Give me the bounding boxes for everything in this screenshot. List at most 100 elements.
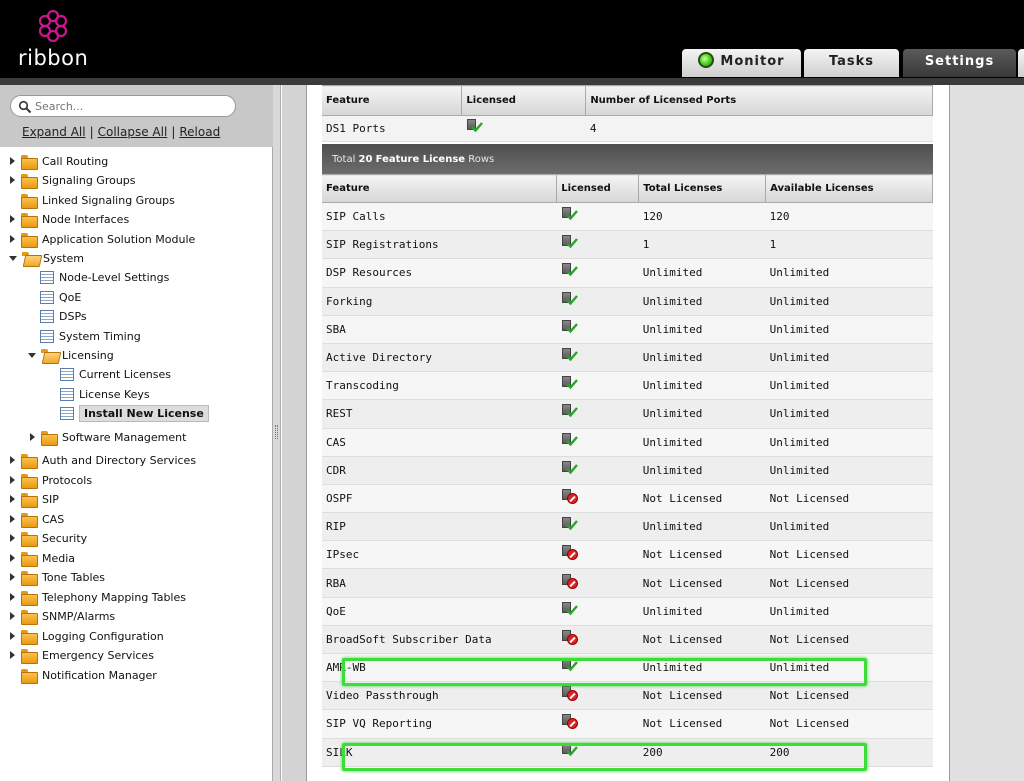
search-box[interactable]	[10, 95, 236, 117]
expand-arrow-icon[interactable]	[10, 176, 15, 184]
drag-handle-icon[interactable]	[275, 425, 278, 439]
expand-arrow-icon[interactable]	[10, 495, 15, 503]
tab-settings[interactable]: Settings	[903, 49, 1016, 77]
tree-item-emergency-services[interactable]: Emergency Services	[8, 646, 154, 664]
tree-item-application-solution-module[interactable]: Application Solution Module	[8, 230, 195, 248]
tree-item-snmp-alarms[interactable]: SNMP/Alarms	[8, 607, 115, 625]
tree-item-install-new-license[interactable]: Install New License	[60, 404, 209, 422]
column-header-total-licenses[interactable]: Total Licenses	[638, 174, 767, 203]
expand-arrow-icon[interactable]	[10, 534, 15, 542]
tree-item-qoe[interactable]: QoE	[40, 288, 81, 306]
tree-item-linked-signaling-groups[interactable]: Linked Signaling Groups	[8, 191, 175, 209]
expand-arrow-icon[interactable]	[30, 433, 35, 441]
expand-arrow-icon[interactable]	[10, 573, 15, 581]
tree-item-software-management[interactable]: Software Management	[28, 428, 186, 446]
column-header-licensed[interactable]: Licensed	[461, 85, 587, 116]
tree-item-dsps[interactable]: DSPs	[40, 307, 87, 325]
collapse-all-link[interactable]: Collapse All	[98, 125, 168, 139]
expand-arrow-icon[interactable]	[10, 215, 15, 223]
collapse-arrow-icon[interactable]	[28, 352, 36, 358]
expand-arrow-icon[interactable]	[10, 235, 15, 243]
tree-item-label: System Timing	[59, 329, 141, 343]
table-row[interactable]: SBA Unlimited Unlimited	[322, 315, 933, 344]
table-row[interactable]: Video Passthrough Not Licensed Not License…	[322, 681, 933, 711]
table-row[interactable]: CDR Unlimited Unlimited	[322, 456, 933, 485]
licensed-check-icon	[466, 119, 484, 135]
tree-item-telephony-mapping-tables[interactable]: Telephony Mapping Tables	[8, 588, 186, 606]
table-row[interactable]: BroadSoft Subscriber Data Not Licensed Not…	[322, 625, 933, 655]
tree-item-auth-and-directory-services[interactable]: Auth and Directory Services	[8, 451, 196, 469]
expand-arrow-icon[interactable]	[10, 554, 15, 562]
collapse-arrow-icon[interactable]	[9, 255, 17, 261]
table-row[interactable]: SIP VQ Reporting Not Licensed Not Licensed	[322, 709, 933, 739]
table-row[interactable]: RBA Not Licensed Not Licensed	[322, 568, 933, 598]
available-licenses-cell: Unlimited	[765, 428, 933, 457]
table-row[interactable]: AMR-WB Unlimited Unlimited	[322, 653, 933, 683]
feature-table-body: SIP Calls 120 120 SIP Registrations 1 1 DSP Re…	[322, 202, 933, 767]
table-row[interactable]: IPsec Not Licensed Not Licensed	[322, 540, 933, 570]
folder-icon	[21, 453, 38, 469]
table-row[interactable]: OSPF Not Licensed Not Licensed	[322, 484, 933, 514]
table-row[interactable]: SIP Registrations 1 1	[322, 230, 933, 260]
column-header-feature[interactable]: Feature	[322, 85, 463, 116]
tree-item-signaling-groups[interactable]: Signaling Groups	[8, 171, 136, 189]
table-row[interactable]: DSP Resources Unlimited Unlimited	[322, 258, 933, 288]
total-licenses-cell: Unlimited	[638, 653, 766, 683]
expand-arrow-icon[interactable]	[10, 476, 15, 484]
column-header-feature[interactable]: Feature	[322, 174, 558, 203]
licensed-cell	[556, 343, 639, 373]
tree-item-security[interactable]: Security	[8, 529, 87, 547]
ribbon-logo-icon	[38, 9, 68, 43]
tree-item-media[interactable]: Media	[8, 549, 75, 567]
table-row[interactable]: RIP Unlimited Unlimited	[322, 512, 933, 542]
tree-item-protocols[interactable]: Protocols	[8, 471, 92, 489]
tab-monitor[interactable]: Monitor	[682, 49, 801, 77]
expand-arrow-icon[interactable]	[10, 515, 15, 523]
table-row[interactable]: SIP Calls 120 120	[322, 202, 933, 232]
table-row[interactable]: Transcoding Unlimited Unlimited	[322, 371, 933, 401]
tree-item-licensing[interactable]: Licensing	[27, 346, 114, 364]
tree-item-node-interfaces[interactable]: Node Interfaces	[8, 210, 129, 228]
tree-item-label: Auth and Directory Services	[42, 453, 197, 467]
table-row[interactable]: QoE Unlimited Unlimited	[322, 597, 933, 626]
tree-item-system[interactable]: System	[8, 249, 84, 267]
feature-cell: CDR	[322, 456, 557, 485]
expand-all-link[interactable]: Expand All	[22, 125, 86, 139]
tab-overflow[interactable]	[1018, 49, 1024, 77]
table-row[interactable]: DS1 Ports 4	[322, 115, 933, 142]
table-row[interactable]: REST Unlimited Unlimited	[322, 399, 933, 429]
tree-item-license-keys[interactable]: License Keys	[60, 385, 150, 403]
tree-item-call-routing[interactable]: Call Routing	[8, 152, 108, 170]
tree-item-tone-tables[interactable]: Tone Tables	[8, 568, 105, 586]
tree-item-cas[interactable]: CAS	[8, 510, 64, 528]
feature-cell: SIP Registrations	[322, 230, 557, 260]
panel-splitter[interactable]	[273, 85, 281, 781]
tree-item-current-licenses[interactable]: Current Licenses	[60, 365, 171, 383]
table-row[interactable]: Active Directory Unlimited Unlimited	[322, 343, 933, 373]
licensed-check-icon	[561, 207, 579, 223]
column-header-licensed[interactable]: Licensed	[556, 174, 640, 203]
total-licenses-cell: Unlimited	[638, 371, 766, 401]
tree-item-system-timing[interactable]: System Timing	[40, 327, 141, 345]
column-header-available-licenses[interactable]: Available Licenses	[765, 174, 933, 203]
expand-arrow-icon[interactable]	[10, 651, 15, 659]
column-header-licensed-ports[interactable]: Number of Licensed Ports	[585, 85, 933, 116]
tree-item-logging-configuration[interactable]: Logging Configuration	[8, 627, 164, 645]
tree-item-node-level-settings[interactable]: Node-Level Settings	[40, 268, 169, 286]
status-ok-icon	[698, 52, 715, 68]
expand-arrow-icon[interactable]	[10, 612, 15, 620]
table-row[interactable]: Forking Unlimited Unlimited	[322, 287, 933, 316]
feature-cell: SILK	[322, 738, 557, 767]
reload-link[interactable]: Reload	[179, 125, 220, 139]
tree-item-sip[interactable]: SIP	[8, 490, 59, 508]
expand-arrow-icon[interactable]	[10, 593, 15, 601]
tab-tasks[interactable]: Tasks	[804, 49, 899, 77]
search-input[interactable]	[35, 98, 230, 114]
expand-arrow-icon[interactable]	[10, 456, 15, 464]
expand-arrow-icon[interactable]	[10, 157, 15, 165]
tree-actions: Expand All | Collapse All | Reload	[22, 125, 220, 139]
table-row[interactable]: CAS Unlimited Unlimited	[322, 428, 933, 457]
table-row[interactable]: SILK 200 200	[322, 738, 933, 767]
tree-item-notification-manager[interactable]: Notification Manager	[8, 666, 157, 684]
expand-arrow-icon[interactable]	[10, 632, 15, 640]
